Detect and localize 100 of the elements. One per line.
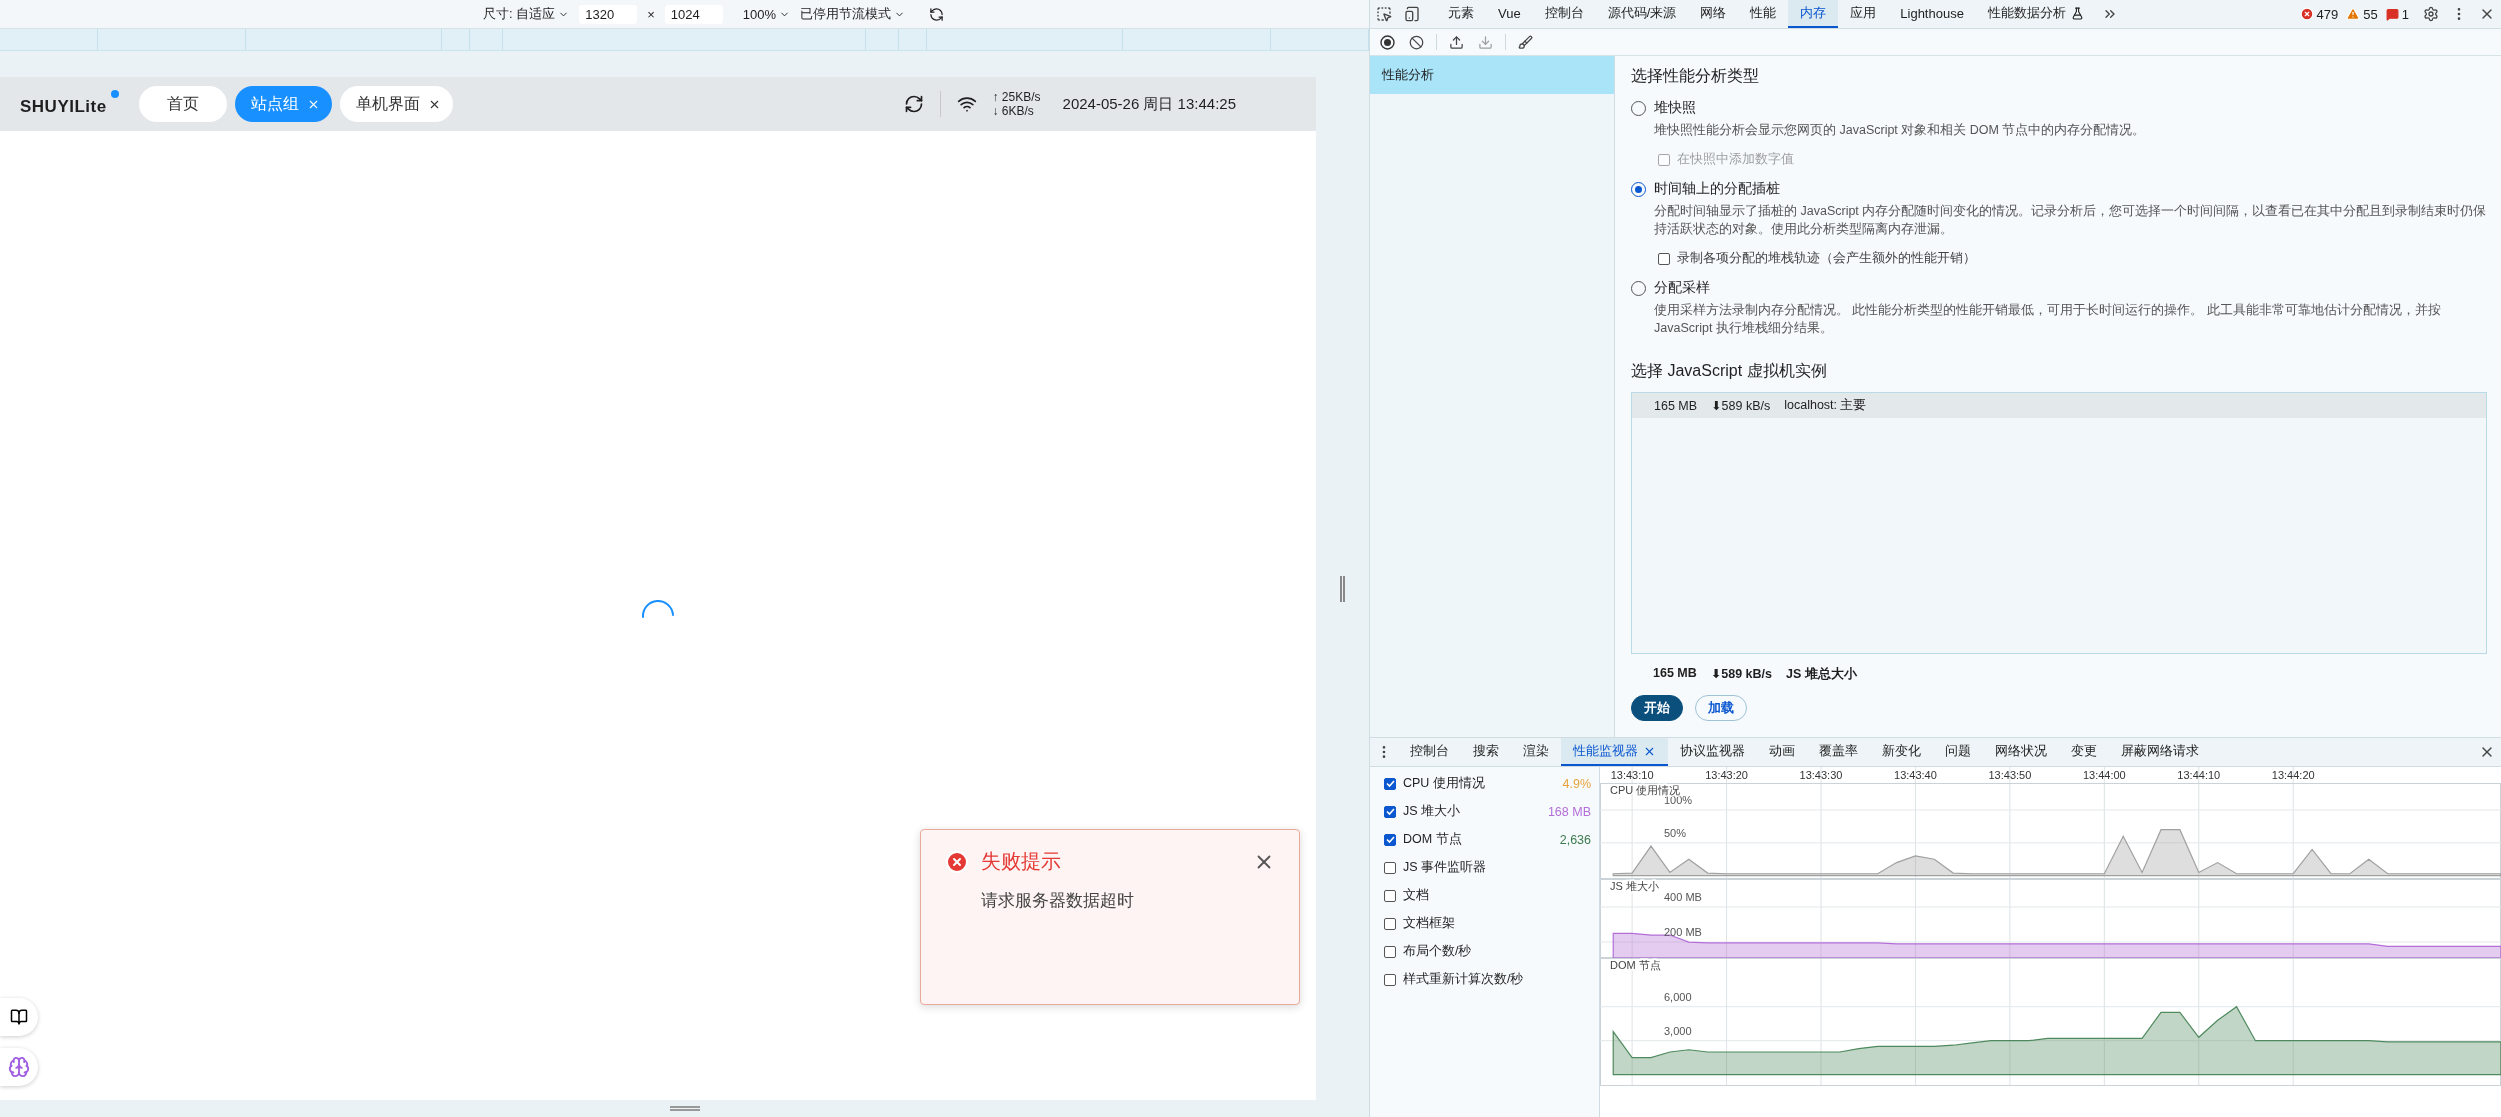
checkbox[interactable] — [1658, 252, 1670, 265]
target-name: localhost: 主要 — [1784, 397, 1867, 414]
times-sign: × — [647, 6, 655, 22]
error-count[interactable]: 479 — [2299, 6, 2339, 22]
axis-tick-label: 200 MB — [1664, 926, 1702, 939]
section-heading: 选择性能分析类型 — [1631, 66, 1760, 86]
drawer-tab[interactable]: 性能监视器 — [1561, 738, 1668, 766]
time-tick-label: 13:44:10 — [2177, 769, 2221, 781]
option-description: 堆快照性能分析会显示您网页的 JavaScript 对象和相关 DOM 节点中的内存分配情况。 — [1654, 122, 2147, 139]
error-icon — [945, 849, 969, 874]
size-dropdown[interactable]: 尺寸: 自适应 — [483, 5, 570, 23]
book-icon — [10, 1008, 28, 1026]
error-icon — [2299, 7, 2314, 21]
axis-tick-label: 400 MB — [1664, 891, 1702, 904]
drawer-tab[interactable]: 动画 — [1757, 738, 1807, 766]
chart-title: CPU 使用情况 — [1610, 784, 1681, 796]
panel-tab[interactable]: Vue — [1486, 0, 1533, 28]
date-time: 2024-05-26 周日 13:44:25 — [1062, 94, 1236, 114]
drawer-tab[interactable]: 渲染 — [1511, 738, 1561, 766]
refresh-icon[interactable] — [903, 94, 924, 114]
app-logo: SHUYILite — [20, 90, 119, 118]
panel-tab[interactable]: 性能 — [1738, 0, 1789, 28]
checkbox[interactable] — [1384, 833, 1396, 846]
flask-icon — [2070, 6, 2084, 20]
panel-tab[interactable]: 元素 — [1436, 0, 1486, 28]
checkbox[interactable] — [1384, 777, 1396, 790]
allocation-rate: ⬇589 kB/s — [1710, 666, 1772, 683]
checkbox-label[interactable]: 录制各项分配的堆栈轨迹（会产生额外的性能开销） — [1677, 250, 1976, 267]
height-field[interactable]: 1024 — [664, 4, 723, 24]
panel-tab[interactable]: 性能数据分析 — [1975, 0, 2096, 28]
drawer-tab[interactable]: 覆盖率 — [1807, 738, 1870, 766]
drawer-tab[interactable]: 控制台 — [1398, 738, 1461, 766]
checkbox[interactable] — [1384, 917, 1396, 930]
nav-tab[interactable]: 单机界面 — [339, 86, 453, 122]
checkbox[interactable] — [1384, 973, 1396, 986]
option-label[interactable]: 时间轴上的分配插桩 — [1654, 180, 1780, 198]
drawer-tab[interactable]: 搜索 — [1461, 738, 1511, 766]
metric-label[interactable]: DOM 节点 — [1403, 831, 1462, 848]
option-label[interactable]: 堆快照 — [1654, 99, 1696, 117]
time-tick-label: 13:43:40 — [1894, 769, 1937, 781]
chart-title: DOM 节点 — [1610, 959, 1661, 971]
book-button[interactable] — [0, 998, 38, 1036]
width-field[interactable]: 1320 — [579, 4, 638, 24]
option-description: 使用采样方法录制内存分配情况。 此性能分析类型的性能开销最低，可用于长时间运行的操作。 此工具能非常可靠地估计分配情况，并按 JavaScript 执行堆栈细分结果。 — [1654, 302, 2442, 337]
heap-size: 165 MB — [1654, 398, 1698, 413]
time-tick-label: 13:44:20 — [2271, 769, 2315, 781]
checkbox[interactable] — [1384, 805, 1396, 818]
download-rate: ↓ 6KB/s — [992, 104, 1035, 118]
metric-value: 168 MB — [1547, 804, 1591, 819]
metric-label[interactable]: 样式重新计算次数/秒 — [1403, 971, 1524, 988]
drawer-tab[interactable]: 问题 — [1933, 738, 1983, 766]
option-label[interactable]: 分配采样 — [1654, 279, 1710, 297]
nav-tab[interactable]: 首页 — [138, 86, 227, 122]
throttling-dropdown[interactable]: 已停用节流模式 — [800, 5, 906, 23]
panel-tab[interactable]: Lighthouse — [1888, 0, 1976, 28]
time-tick-label: 13:43:50 — [1988, 769, 2032, 781]
metric-label[interactable]: 文档 — [1403, 887, 1429, 904]
metric-value: 4.9% — [1562, 776, 1591, 791]
brain-button[interactable] — [0, 1048, 38, 1086]
drawer-tab[interactable]: 协议监视器 — [1668, 738, 1757, 766]
start-button[interactable]: 开始 — [1631, 695, 1683, 721]
resize-handle[interactable] — [1340, 575, 1345, 602]
toast-message: 请求服务器数据超时 — [981, 890, 1135, 912]
wifi-icon — [956, 94, 977, 114]
warning-count[interactable]: 55 — [2346, 6, 2378, 22]
metric-label[interactable]: CPU 使用情况 — [1403, 775, 1485, 792]
load-button[interactable]: 加载 — [1695, 695, 1747, 721]
issue-icon — [2385, 7, 2399, 21]
drawer-tab[interactable]: 屏蔽网络请求 — [2109, 738, 2211, 766]
sidebar-item[interactable]: 性能分析 — [1370, 56, 1614, 94]
panel-tab[interactable]: 应用 — [1838, 0, 1889, 28]
metric-label[interactable]: 布局个数/秒 — [1403, 943, 1472, 960]
time-tick-label: 13:43:10 — [1610, 769, 1654, 781]
warning-icon — [2346, 7, 2361, 21]
issue-count[interactable]: 1 — [2385, 6, 2409, 22]
checkbox[interactable] — [1384, 861, 1396, 874]
time-tick-label: 13:44:00 — [2082, 769, 2126, 781]
metric-label[interactable]: 文档框架 — [1403, 915, 1455, 932]
panel-tab[interactable]: 控制台 — [1532, 0, 1596, 28]
zoom-dropdown[interactable]: 100% — [742, 6, 791, 22]
checkbox[interactable] — [1384, 945, 1396, 958]
panel-tab[interactable]: 源代码/来源 — [1595, 0, 1689, 28]
heap-size: 165 MB — [1653, 666, 1697, 682]
section-heading: 选择 JavaScript 虚拟机实例 — [1631, 361, 1828, 381]
heap-total-label: JS 堆总大小 — [1786, 666, 1857, 683]
metric-label[interactable]: JS 事件监听器 — [1403, 859, 1487, 876]
chart-title: JS 堆大小 — [1610, 880, 1659, 892]
resize-handle[interactable] — [669, 1106, 700, 1111]
panel-tab[interactable]: 网络 — [1688, 0, 1739, 28]
checkbox[interactable] — [1384, 889, 1396, 902]
panel-tab[interactable]: 内存 — [1788, 0, 1839, 28]
drawer-tab[interactable]: 新变化 — [1870, 738, 1933, 766]
drawer-tab[interactable]: 网络状况 — [1983, 738, 2059, 766]
drawer-tab[interactable]: 变更 — [2059, 738, 2109, 766]
rotate-icon[interactable] — [929, 6, 945, 22]
axis-tick-label: 50% — [1664, 826, 1687, 839]
upload-rate: ↑ 25KB/s — [992, 90, 1041, 104]
metric-label[interactable]: JS 堆大小 — [1403, 803, 1461, 820]
brain-icon — [8, 1056, 30, 1078]
vm-instance-row[interactable]: 165 MB ⬇589 kB/s localhost: 主要 — [1632, 393, 2486, 418]
